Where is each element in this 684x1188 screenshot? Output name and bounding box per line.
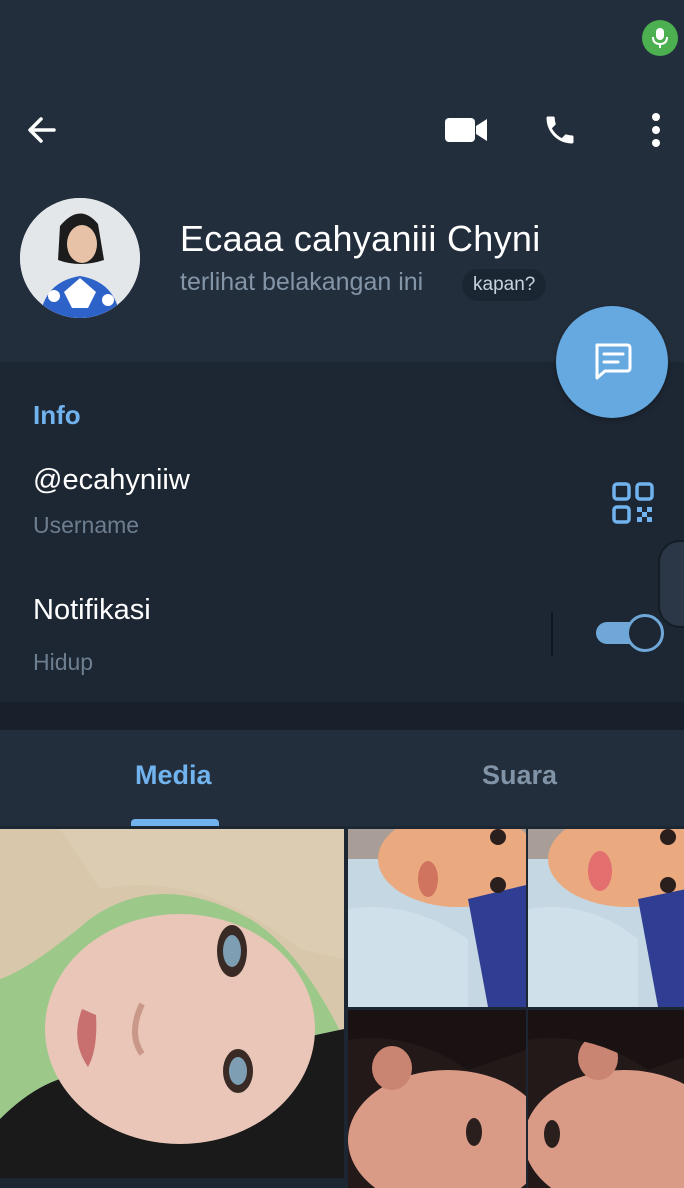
media-thumbnail[interactable] — [528, 829, 684, 1007]
video-camera-icon — [445, 118, 487, 142]
toggle-knob — [626, 614, 664, 652]
media-thumbnail[interactable] — [528, 1010, 684, 1188]
tab-media[interactable]: Media — [135, 760, 212, 791]
back-button[interactable] — [16, 104, 68, 156]
notifications-status: Hidup — [33, 649, 94, 675]
media-thumbnail[interactable] — [0, 829, 344, 1178]
call-button[interactable] — [534, 104, 586, 156]
microphone-icon — [642, 20, 678, 56]
last-seen-status: terlihat belakangan ini — [180, 268, 424, 296]
section-gap — [0, 702, 684, 730]
media-thumbnail[interactable] — [348, 1010, 526, 1188]
video-call-button[interactable] — [440, 104, 492, 156]
avatar[interactable] — [20, 198, 140, 318]
tab-suara[interactable]: Suara — [482, 760, 557, 791]
username-value[interactable]: @ecahyniiw — [33, 464, 190, 497]
phone-icon — [546, 116, 574, 144]
last-seen-when-button[interactable]: kapan? — [462, 269, 547, 301]
active-tab-indicator — [131, 819, 219, 826]
qr-code-button[interactable] — [612, 482, 654, 524]
notifications-toggle[interactable] — [594, 614, 664, 652]
more-menu-button[interactable] — [630, 104, 682, 156]
divider — [551, 612, 553, 656]
media-tabs: Media Suara — [0, 730, 684, 826]
qr-code-icon — [612, 482, 654, 524]
media-thumbnail[interactable] — [348, 829, 526, 1007]
more-vertical-icon — [652, 113, 660, 147]
username-label: Username — [33, 512, 140, 538]
media-grid — [0, 826, 684, 1188]
notifications-label[interactable]: Notifikasi — [33, 594, 151, 627]
send-message-button[interactable] — [556, 306, 668, 418]
edge-panel-handle[interactable] — [658, 540, 684, 628]
info-section-title: Info — [33, 400, 81, 430]
message-icon — [595, 343, 632, 380]
contact-name: Ecaaa cahyaniii Chyni — [180, 218, 541, 259]
arrow-left-icon — [28, 117, 56, 143]
